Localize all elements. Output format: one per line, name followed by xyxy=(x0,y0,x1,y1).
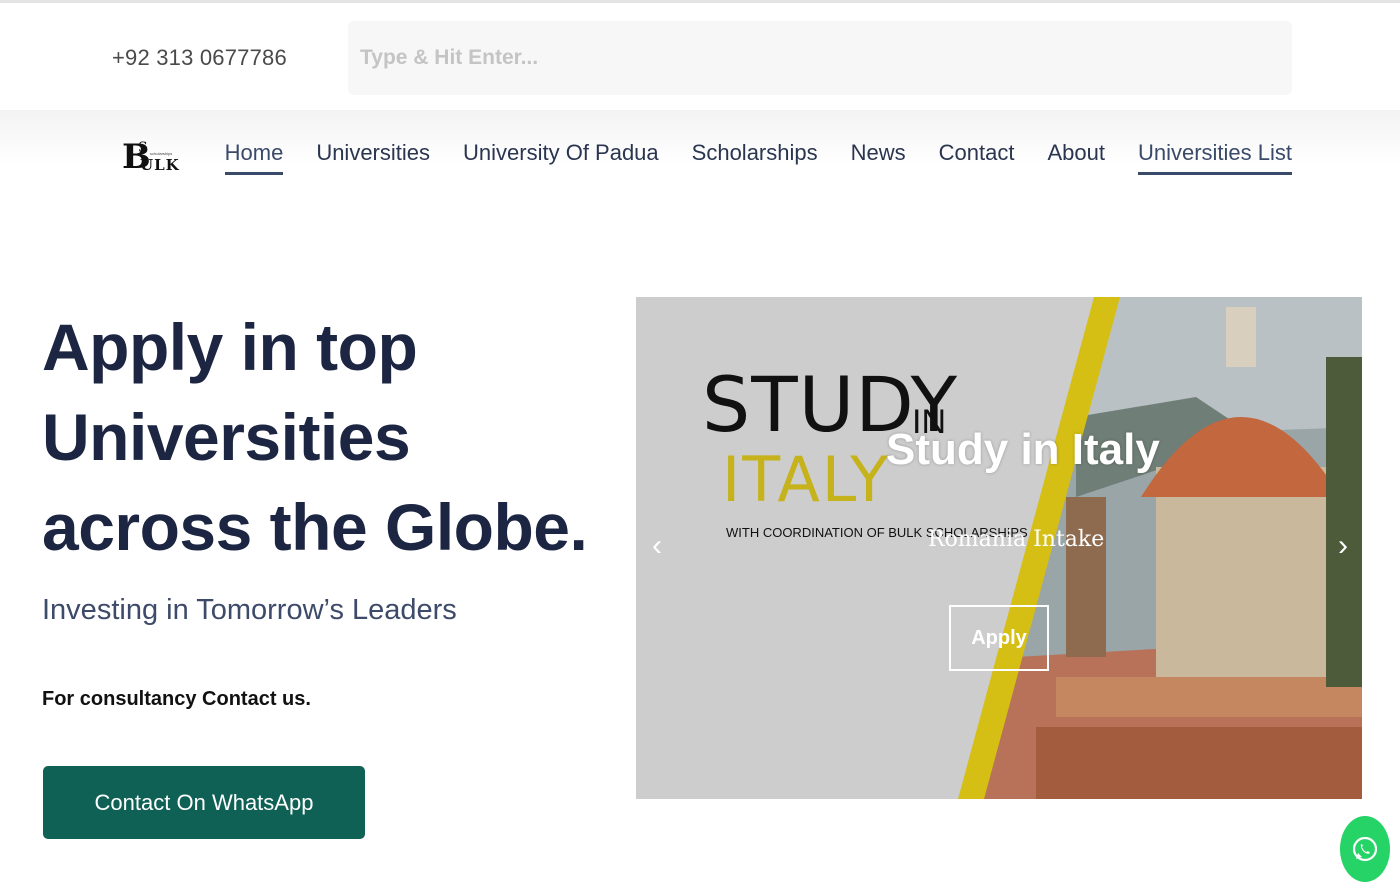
nav-item-universities[interactable]: Universities xyxy=(316,140,430,175)
slide-subtitle: Romania Intake xyxy=(928,527,1105,552)
slide-apply-button[interactable]: Apply xyxy=(949,605,1049,671)
chevron-right-icon[interactable]: › xyxy=(1338,529,1348,563)
search-input[interactable] xyxy=(348,21,1292,95)
nav-item-scholarships[interactable]: Scholarships xyxy=(692,140,818,175)
logo-letters-ulk: ULK xyxy=(140,156,180,174)
phone-number[interactable]: +92 313 0677786 xyxy=(112,45,287,71)
nav-item-university-of-padua[interactable]: University Of Padua xyxy=(463,140,659,175)
consultancy-text: For consultancy Contact us. xyxy=(42,688,311,710)
slide-title: Study in Italy xyxy=(886,425,1160,474)
nav-item-about[interactable]: About xyxy=(1047,140,1105,175)
hero-title: Apply in top Universities across the Glo… xyxy=(42,310,588,564)
nav-item-contact[interactable]: Contact xyxy=(939,140,1015,175)
whatsapp-float-button[interactable] xyxy=(1340,816,1390,882)
logo-italy-text: ITALY xyxy=(722,443,890,516)
site-logo[interactable]: B S scholarships ULK xyxy=(122,138,180,178)
contact-whatsapp-button[interactable]: Contact On WhatsApp xyxy=(43,766,365,839)
logo-letter-s: S xyxy=(138,140,148,156)
main-nav: Home Universities University Of Padua Sc… xyxy=(224,140,1292,175)
whatsapp-icon xyxy=(1352,836,1378,862)
chevron-left-icon[interactable]: ‹ xyxy=(652,529,662,563)
nav-item-universities-list[interactable]: Universities List xyxy=(1137,140,1292,175)
nav-item-home[interactable]: Home xyxy=(224,140,284,175)
nav-item-news[interactable]: News xyxy=(851,140,906,175)
hero-slider: STUDY IN ITALY WITH COORDINATION OF BULK… xyxy=(636,297,1362,799)
hero-subtitle: Investing in Tomorrow’s Leaders xyxy=(42,594,457,626)
top-bar: +92 313 0677786 xyxy=(0,0,1400,110)
